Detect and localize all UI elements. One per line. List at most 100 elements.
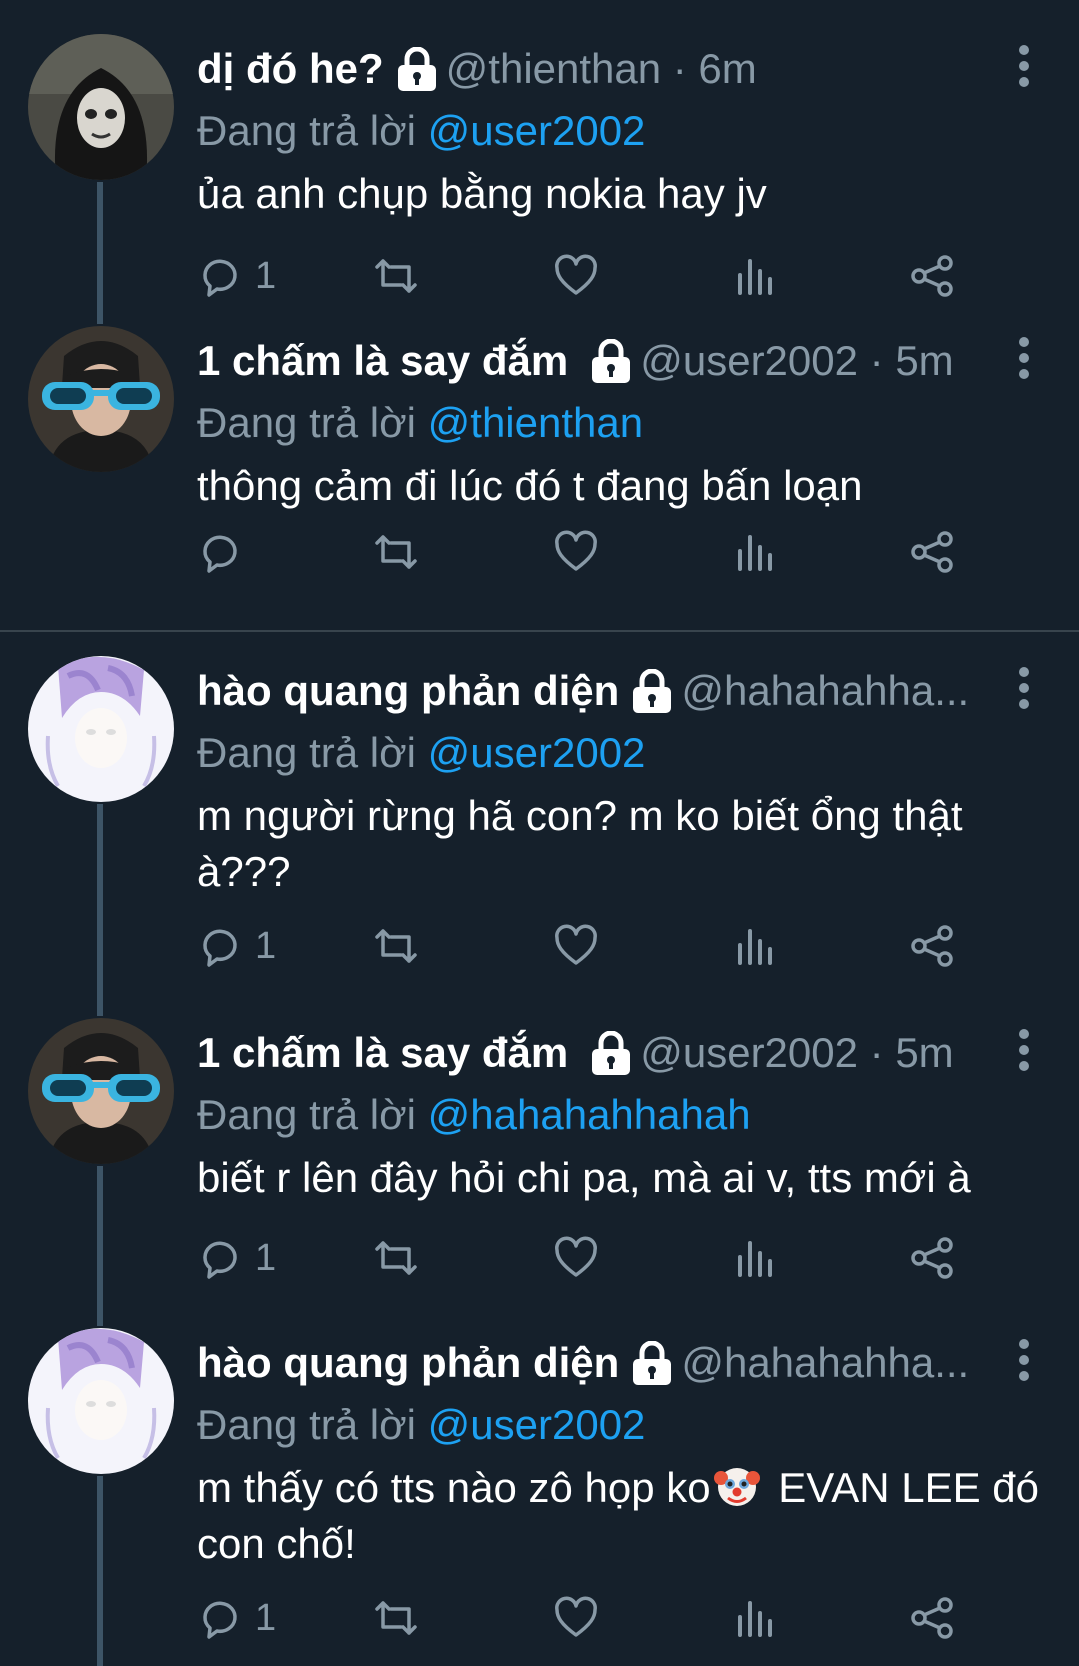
retweet-icon [375,1601,417,1635]
display-name[interactable]: dị đó he? [197,34,384,104]
mention-link[interactable]: @user2002 [428,1401,646,1448]
tweet[interactable]: 1 chấm là say đắm @user2002 · 5m Đang tr… [0,326,1079,588]
replying-to-label: Đang trả lời [197,399,416,446]
reply-count: 1 [255,1236,277,1279]
mention-link[interactable]: @hahahahhahah [428,1091,751,1138]
action-bar: 1 [197,246,1039,306]
replying-to-label: Đang trả lời [197,107,416,154]
more-icon[interactable] [1009,42,1039,90]
replying-to: Đang trả lời @thienthan [197,396,1039,450]
tweet-content: 1 chấm là say đắm @user2002 · 5m Đang tr… [197,1018,1039,1206]
mention-link[interactable]: @user2002 [428,729,646,776]
avatar[interactable] [28,1018,174,1164]
mention-link[interactable]: @user2002 [428,107,646,154]
avatar[interactable] [28,34,174,180]
more-icon[interactable] [1009,334,1039,382]
like-button[interactable] [553,246,599,306]
tweet[interactable]: dị đó he? @thienthan · 6m Đang trả lời @… [0,34,1079,324]
avatar[interactable] [28,656,174,802]
replying-to-label: Đang trả lời [197,1091,416,1138]
tweet-content: hào quang phản diện @hahahahha... Đang t… [197,656,1039,900]
analytics-button[interactable] [731,246,777,306]
action-bar: 1 [197,1588,1039,1648]
share-button[interactable] [909,522,955,582]
display-name[interactable]: 1 chấm là say đắm [197,326,568,396]
analytics-icon [738,1241,772,1277]
tweet-content: hào quang phản diện @hahahahha... Đang t… [197,1328,1039,1572]
username-and-time[interactable]: @thienthan · 6m [446,34,757,104]
retweet-button[interactable] [373,1588,419,1648]
retweet-icon [375,1241,417,1275]
username-and-time[interactable]: @user2002 · 5m [640,326,953,396]
analytics-button[interactable] [731,522,777,582]
tweet[interactable]: hào quang phản diện @hahahahha... Đang t… [0,656,1079,1016]
reply-button[interactable]: 1 [197,1588,276,1648]
display-name[interactable]: hào quang phản diện [197,656,619,726]
conversation-divider [0,630,1079,632]
share-button[interactable] [909,916,955,976]
replying-to: Đang trả lời @user2002 [197,726,1039,780]
retweet-button[interactable] [373,246,419,306]
tweet-text: m người rừng hã con? m ko biết ổng thật … [197,792,963,895]
reply-icon [203,259,237,297]
retweet-icon [375,535,417,569]
replying-to: Đang trả lời @hahahahhahah [197,1088,1039,1142]
share-button[interactable] [909,1228,955,1288]
purple-hair-avatar-image [28,656,174,802]
retweet-icon [375,259,417,293]
username-and-time[interactable]: @user2002 · 5m [640,1018,953,1088]
reply-icon [203,1241,237,1279]
reply-icon [203,535,237,573]
reply-button[interactable] [197,522,255,582]
reply-button[interactable]: 1 [197,916,276,976]
username[interactable]: @hahahahha... [681,1328,969,1398]
nun-mask-avatar-image [28,34,174,180]
like-button[interactable] [553,1588,599,1648]
tweet-header: hào quang phản diện @hahahahha... [197,1328,1039,1398]
username[interactable]: @hahahahha... [681,656,969,726]
like-icon [555,1596,597,1637]
tweet-header: 1 chấm là say đắm @user2002 · 5m [197,1018,1039,1088]
reply-count: 1 [255,924,277,967]
mention-link[interactable]: @thienthan [428,399,643,446]
like-button[interactable] [553,522,599,582]
avatar[interactable] [28,326,174,472]
action-bar: 1 [197,916,1039,976]
retweet-button[interactable] [373,1228,419,1288]
share-button[interactable] [909,246,955,306]
more-icon[interactable] [1009,664,1039,712]
thread-connector [97,804,103,1016]
tweet-text-part: m thấy có tts nào zô họp ko [197,1464,711,1511]
reply-button[interactable]: 1 [197,1228,276,1288]
tweet-header: hào quang phản diện @hahahahha... [197,656,1039,726]
avatar[interactable] [28,1328,174,1474]
action-bar: 1 [197,1228,1039,1288]
analytics-button[interactable] [731,1228,777,1288]
like-button[interactable] [553,1228,599,1288]
retweet-button[interactable] [373,916,419,976]
retweet-button[interactable] [373,522,419,582]
tweet[interactable]: hào quang phản diện @hahahahha... Đang t… [0,1328,1079,1666]
display-name[interactable]: 1 chấm là say đắm [197,1018,568,1088]
like-button[interactable] [553,916,599,976]
thread-connector [97,1166,103,1326]
display-name[interactable]: hào quang phản diện [197,1328,619,1398]
lock-icon [592,1031,631,1075]
tweet-text: m thấy có tts nào zô họp ko EVAN LEE đó … [197,1460,1039,1572]
tweet[interactable]: 1 chấm là say đắm @user2002 · 5m Đang tr… [0,1018,1079,1326]
purple-hair-avatar-image [28,1328,174,1474]
share-icon [911,1237,953,1279]
like-icon [555,1236,597,1277]
tweet-text: biết r lên đây hỏi chi pa, mà ai v, tts … [197,1154,971,1201]
lock-icon [633,669,672,713]
sunglasses-avatar-image [28,326,174,472]
reply-button[interactable]: 1 [197,246,276,306]
tweet-header: 1 chấm là say đắm @user2002 · 5m [197,326,1039,396]
more-icon[interactable] [1009,1026,1039,1074]
analytics-button[interactable] [731,916,777,976]
share-button[interactable] [909,1588,955,1648]
analytics-button[interactable] [731,1588,777,1648]
analytics-icon [738,259,772,295]
clown-face-emoji [713,1468,760,1506]
more-icon[interactable] [1009,1336,1039,1384]
